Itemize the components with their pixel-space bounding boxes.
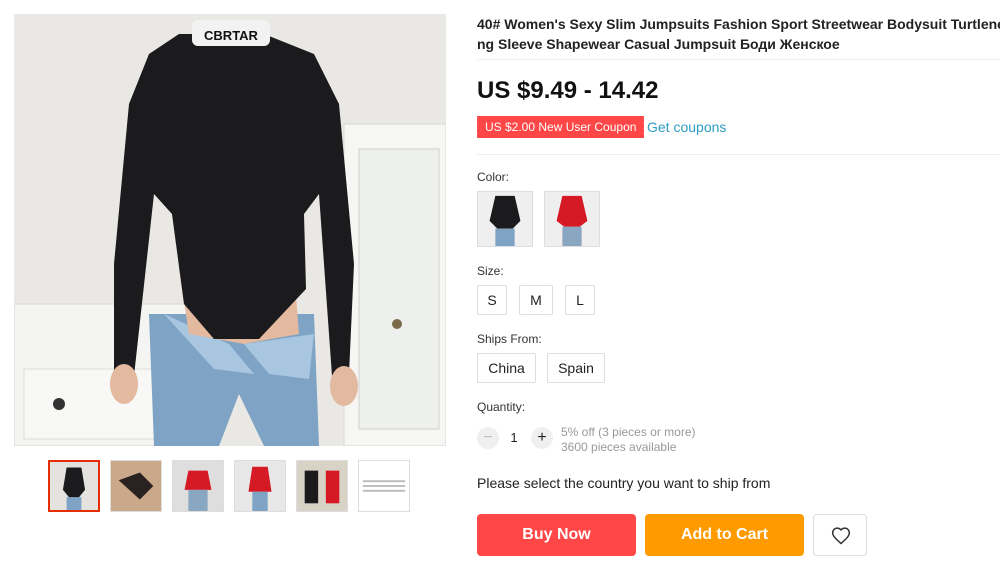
size-option-s[interactable]: S	[477, 285, 507, 315]
ships-from-label: Ships From:	[477, 332, 542, 346]
ships-from-spain[interactable]: Spain	[547, 353, 605, 383]
quantity-notes: 5% off (3 pieces or more) 3600 pieces av…	[561, 425, 696, 455]
stock-availability: 3600 pieces available	[561, 440, 677, 454]
thumbnail-3[interactable]	[172, 460, 224, 512]
size-option-l[interactable]: L	[565, 285, 595, 315]
shipping-country-message: Please select the country you want to sh…	[477, 475, 771, 491]
thumbnail-strip	[48, 460, 410, 512]
get-coupons-link[interactable]: Get coupons	[647, 119, 726, 135]
quantity-decrease-button[interactable]: −	[477, 427, 499, 449]
quantity-value[interactable]: 1	[505, 430, 523, 445]
title-divider	[477, 59, 1000, 60]
quantity-label: Quantity:	[477, 400, 526, 414]
product-photo-illustration: CBRTAR	[14, 14, 446, 446]
thumbnail-1[interactable]	[48, 460, 100, 512]
price-divider	[477, 154, 1000, 155]
color-option-black[interactable]	[477, 191, 533, 247]
wishlist-button[interactable]	[813, 514, 867, 556]
thumbnail-5[interactable]	[296, 460, 348, 512]
product-title-line-1: 40# Women's Sexy Slim Jumpsuits Fashion …	[477, 16, 1000, 32]
add-to-cart-button[interactable]: Add to Cart	[645, 514, 804, 556]
buy-now-button[interactable]: Buy Now	[477, 514, 636, 556]
product-price: US $9.49 - 14.42	[477, 77, 659, 104]
collar-text: CBRTAR	[204, 28, 259, 43]
color-option-red[interactable]	[544, 191, 600, 247]
size-label: Size:	[477, 264, 504, 278]
color-label: Color:	[477, 170, 510, 184]
ships-from-china[interactable]: China	[477, 353, 536, 383]
thumbnail-6[interactable]	[358, 460, 410, 512]
thumbnail-4[interactable]	[234, 460, 286, 512]
product-title: 40# Women's Sexy Slim Jumpsuits Fashion …	[477, 14, 1000, 54]
quantity-increase-button[interactable]: +	[531, 427, 553, 449]
heart-icon	[831, 527, 851, 545]
thumbnail-2[interactable]	[110, 460, 162, 512]
bulk-discount-note: 5% off (3 pieces or more)	[561, 425, 696, 439]
size-option-m[interactable]: M	[519, 285, 553, 315]
product-title-line-2: ng Sleeve Shapewear Casual Jumpsuit Боди…	[477, 36, 840, 52]
new-user-coupon-badge: US $2.00 New User Coupon	[474, 116, 647, 138]
main-product-image[interactable]: CBRTAR	[14, 14, 446, 446]
